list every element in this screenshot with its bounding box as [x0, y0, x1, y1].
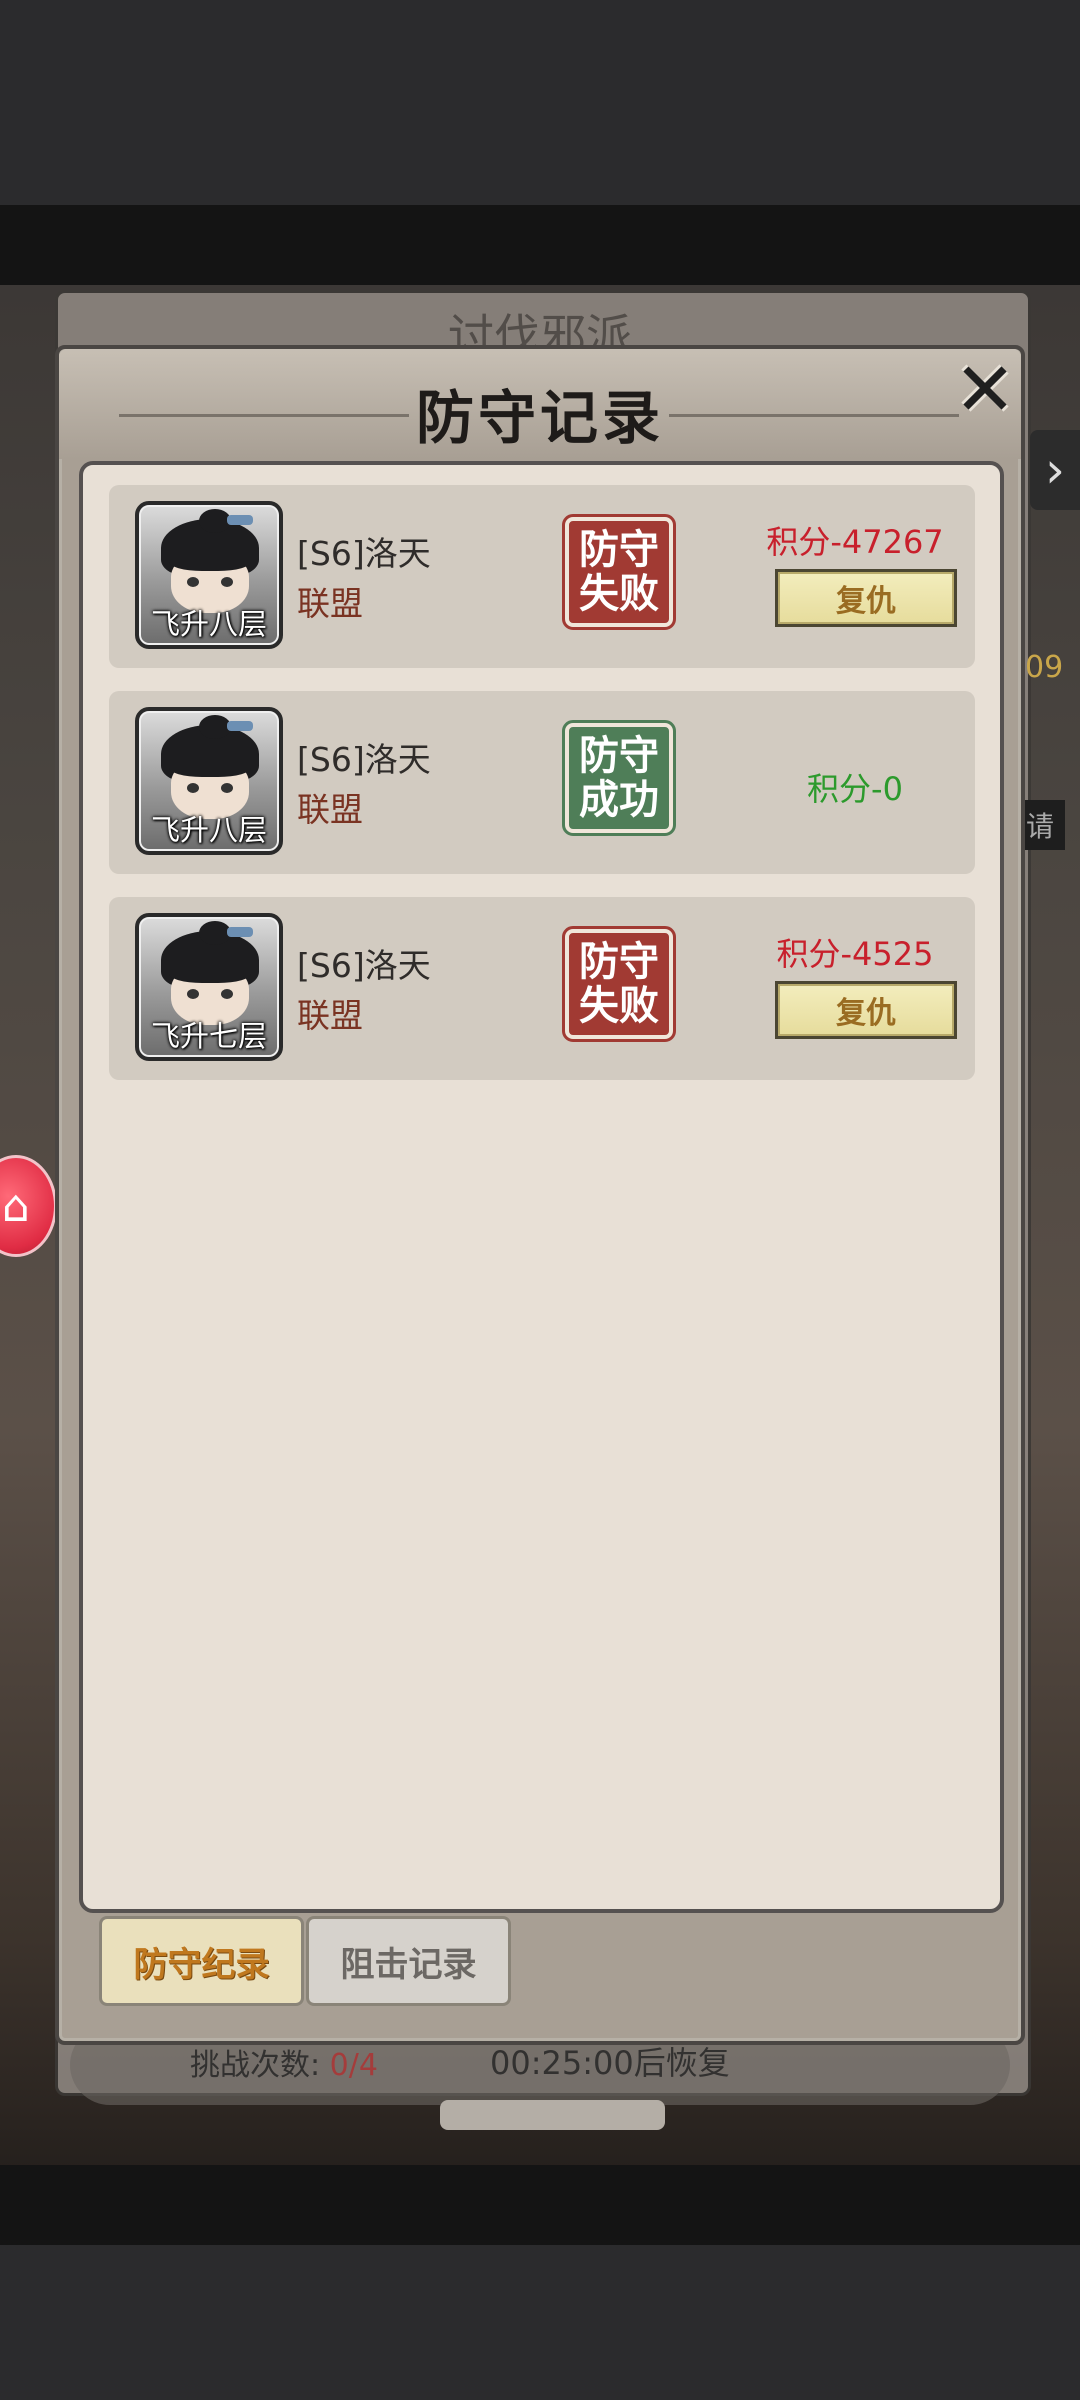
challenge-count: 挑战次数: 0/4	[190, 2040, 378, 2084]
avatar-ribbon	[227, 515, 253, 525]
avatar-bangs	[169, 753, 251, 777]
record-row: 飞升八层 [S6]洛天 联盟 防守 成功 积分-0	[109, 691, 975, 874]
avatar-eye	[221, 783, 233, 793]
player-guild: 联盟	[297, 790, 363, 829]
tab-intercept-record[interactable]: 阻击记录	[306, 1916, 511, 2006]
revenge-button[interactable]: 复仇	[775, 981, 957, 1039]
defense-success-stamp: 防守 成功	[562, 720, 676, 836]
stamp-line: 防守	[579, 527, 659, 573]
stamp-line: 成功	[579, 777, 659, 823]
avatar-bangs	[169, 547, 251, 571]
player-guild: 联盟	[297, 584, 363, 623]
avatar[interactable]: 飞升七层	[135, 913, 283, 1061]
score-change: 积分-4525	[776, 935, 934, 973]
defense-record-dialog: 防守记录 ✕ 飞升八层 [S6]洛天 联盟 防守失败 积分-47267 复仇	[55, 345, 1025, 2045]
avatar-eye	[221, 989, 233, 999]
close-icon: ✕	[953, 347, 1016, 433]
defense-failed-stamp: 防守 失败	[562, 926, 676, 1042]
avatar-ribbon	[227, 721, 253, 731]
stamp-line: 失败	[579, 983, 659, 1029]
tab-defense-record[interactable]: 防守纪录	[99, 1916, 304, 2006]
challenge-count-value: 0/4	[329, 2048, 378, 2083]
revenge-button[interactable]: 复仇	[775, 569, 957, 627]
player-name: [S6]洛天	[297, 740, 431, 779]
avatar-eye	[187, 577, 199, 587]
avatar-rank-label: 飞升七层	[150, 1019, 267, 1053]
player-name: [S6]洛天	[297, 946, 431, 985]
avatar-bangs	[169, 959, 251, 983]
avatar-rank-label: 飞升八层	[150, 607, 267, 641]
record-row: 飞升八层 [S6]洛天 联盟 防守 失败 积分-47267 复仇	[109, 485, 975, 668]
avatar-eye	[187, 783, 199, 793]
defense-failed-stamp: 防守 失败	[562, 514, 676, 630]
score-change: 积分-47267	[766, 523, 944, 561]
navigation-area	[0, 2245, 1080, 2400]
avatar-rank-label: 飞升八层	[150, 813, 267, 847]
home-icon: ⌂	[2, 1180, 30, 1232]
avatar[interactable]: 飞升八层	[135, 707, 283, 855]
stamp-line: 失败	[579, 571, 659, 617]
avatar-eye	[221, 577, 233, 587]
background-band-bottom	[0, 2165, 1080, 2245]
avatar[interactable]: 飞升八层	[135, 501, 283, 649]
dialog-title: 防守记录	[415, 384, 664, 452]
close-button[interactable]: ✕	[949, 353, 1021, 427]
player-guild: 联盟	[297, 996, 363, 1035]
record-list: 飞升八层 [S6]洛天 联盟 防守 失败 积分-47267 复仇 飞升八层 [S6…	[79, 461, 1004, 1913]
status-area	[0, 0, 1080, 205]
avatar-ribbon	[227, 927, 253, 937]
background-bottom-tab	[440, 2100, 665, 2130]
stamp-line: 防守	[579, 733, 659, 779]
avatar-eye	[187, 989, 199, 999]
next-arrow-icon[interactable]: ›	[1030, 430, 1080, 510]
challenge-count-label: 挑战次数:	[190, 2048, 321, 2083]
score-change: 积分-0	[807, 770, 903, 808]
record-row: 飞升七层 [S6]洛天 联盟 防守 失败 积分-4525 复仇	[109, 897, 975, 1080]
background-band-top	[0, 205, 1080, 285]
player-name: [S6]洛天	[297, 534, 431, 573]
stamp-line: 防守	[579, 939, 659, 985]
background-side-text: 09	[1025, 650, 1064, 685]
